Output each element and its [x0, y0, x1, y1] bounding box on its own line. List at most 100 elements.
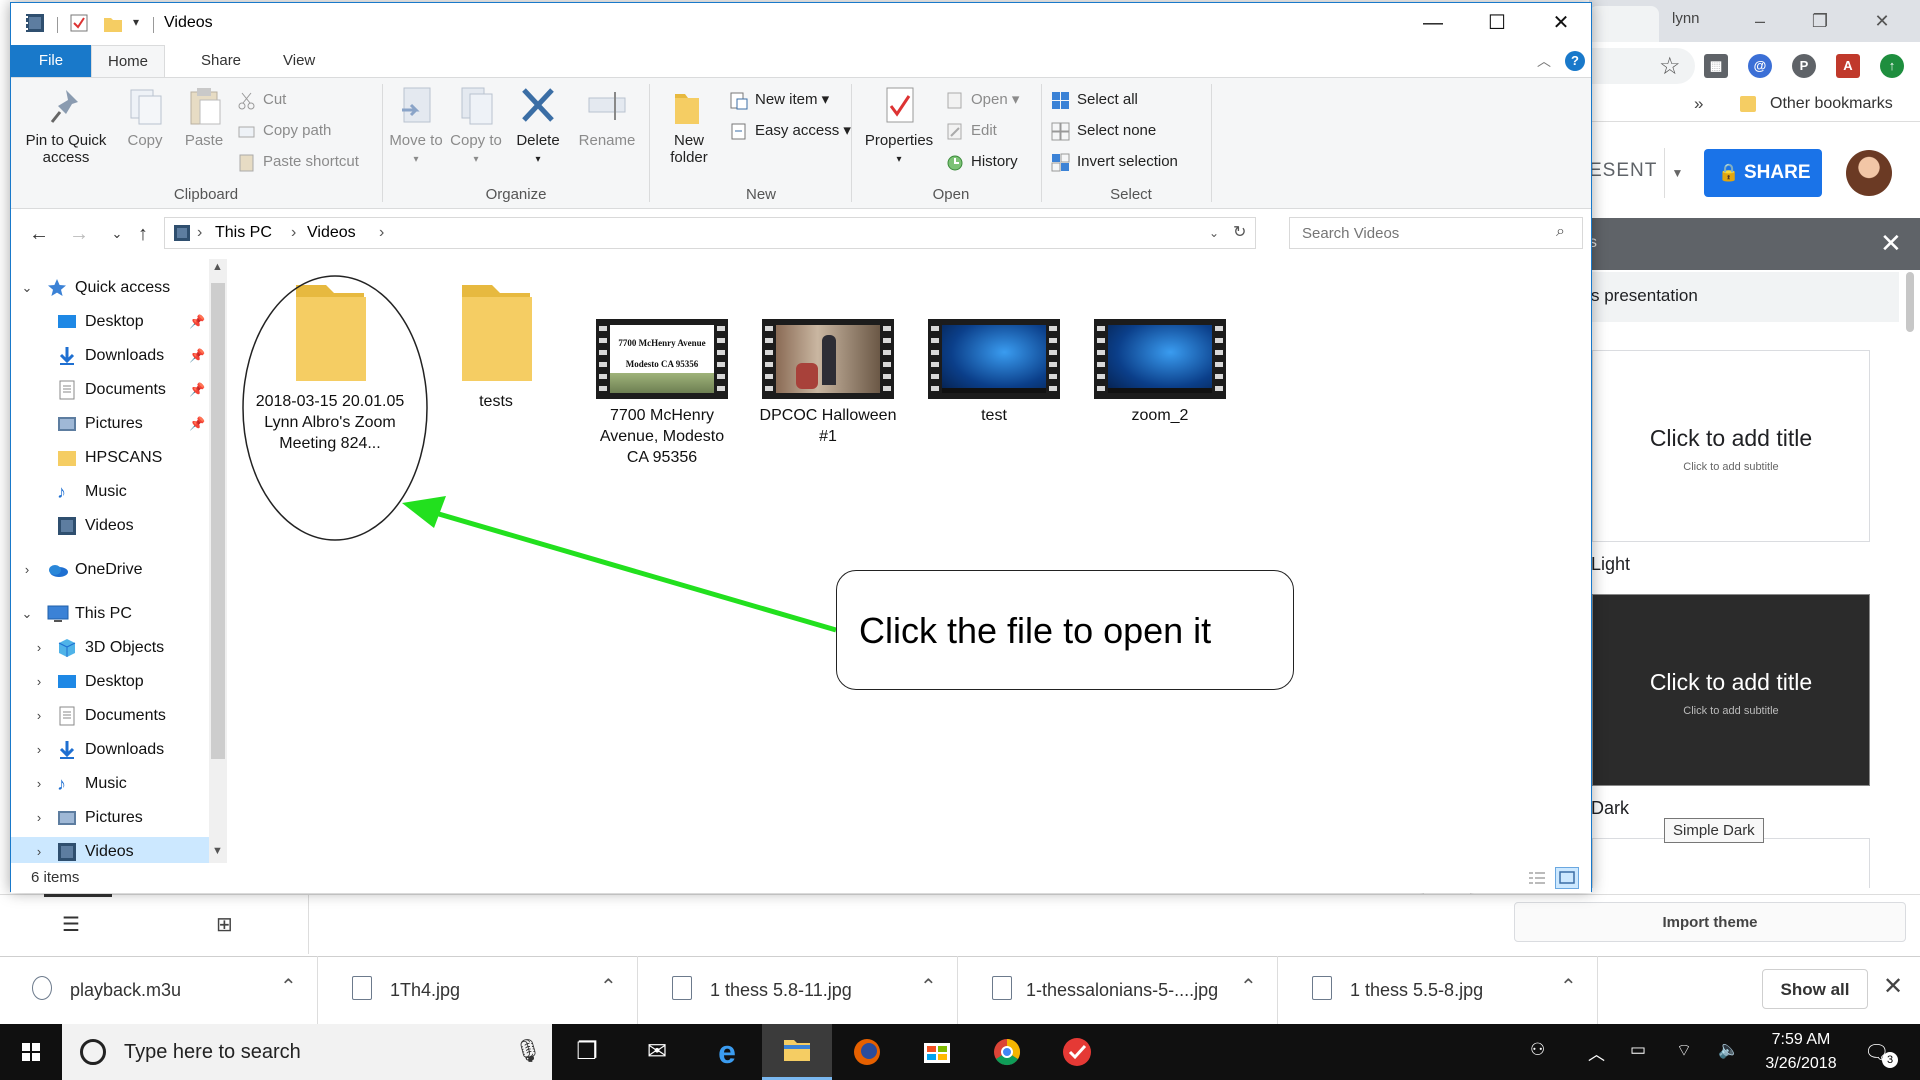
new-folder-qat-icon[interactable]	[103, 13, 123, 33]
battery-icon[interactable]: ▭	[1630, 1040, 1646, 1060]
back-button[interactable]: ←	[25, 211, 53, 257]
show-all-button[interactable]: Show all	[1762, 969, 1868, 1009]
pinterest-icon[interactable]: P	[1792, 54, 1816, 78]
chevron-up-icon[interactable]: ⌃	[280, 974, 297, 999]
cortana-icon[interactable]	[80, 1039, 106, 1065]
address-bar[interactable]: › This PC › Videos › ⌄ ↻	[164, 217, 1256, 249]
copy-to-button[interactable]: Copy to ▾	[449, 84, 503, 168]
extension-icon-2[interactable]: @	[1748, 54, 1772, 78]
easy-access-button[interactable]: Easy access ▾	[729, 119, 851, 143]
present-dropdown-icon[interactable]: ▼	[1664, 148, 1690, 198]
task-view-icon[interactable]: ❐	[552, 1024, 622, 1080]
copy-button[interactable]: Copy	[121, 84, 169, 149]
file-item-zoom-meeting-folder[interactable]: 2018-03-15 20.01.05 Lynn Albro's Zoom Me…	[255, 281, 405, 454]
people-icon[interactable]: ⚇	[1530, 1040, 1545, 1060]
grid-view-icon[interactable]: ⊞	[216, 912, 233, 937]
scroll-up-icon[interactable]: ▲	[212, 261, 223, 273]
search-box[interactable]: ⌕	[1289, 217, 1583, 249]
copy-path-button[interactable]: Copy path	[237, 119, 331, 143]
nav-pc-3d-objects[interactable]: › 3D Objects	[11, 633, 209, 663]
tab-file[interactable]: File	[11, 45, 91, 77]
pin-icon[interactable]: 📌	[189, 341, 205, 371]
chevron-right-icon[interactable]: ›	[31, 667, 47, 697]
chevron-right-icon[interactable]: ›	[31, 633, 47, 663]
pdf-extension-icon[interactable]: A	[1836, 54, 1860, 78]
paste-shortcut-button[interactable]: Paste shortcut	[237, 150, 359, 174]
avatar[interactable]	[1846, 150, 1892, 196]
pin-icon[interactable]: 📌	[189, 307, 205, 337]
edit-button[interactable]: Edit	[945, 119, 997, 143]
present-button[interactable]: ESENT	[1589, 160, 1657, 182]
file-explorer-taskbar-icon[interactable]	[762, 1024, 832, 1080]
file-item-tests-folder[interactable]: tests	[421, 281, 571, 412]
maximize-button[interactable]: ☐	[1465, 3, 1529, 43]
videos-app-icon[interactable]	[25, 13, 45, 33]
up-button[interactable]: ↑	[129, 211, 157, 257]
nav-pc-music[interactable]: › ♪ Music	[11, 769, 209, 799]
todoist-icon[interactable]	[1042, 1024, 1112, 1080]
nav-onedrive[interactable]: › OneDrive	[11, 555, 209, 585]
paste-button[interactable]: Paste	[179, 84, 229, 149]
chrome-close-button[interactable]: ✕	[1862, 6, 1902, 36]
cut-button[interactable]: Cut	[237, 88, 286, 112]
breadcrumb-separator[interactable]: ›	[197, 224, 202, 242]
mail-icon[interactable]: ✉	[622, 1024, 692, 1080]
tab-home[interactable]: Home	[91, 45, 166, 77]
chevron-right-icon[interactable]: ›	[19, 555, 35, 585]
nav-pc-videos[interactable]: › Videos	[11, 837, 209, 863]
history-button[interactable]: History	[945, 150, 1018, 174]
chevron-right-icon[interactable]: ›	[31, 837, 47, 863]
nav-qa-music[interactable]: ♪ Music	[11, 477, 209, 507]
scroll-down-icon[interactable]: ▼	[212, 845, 223, 857]
edge-icon[interactable]: e	[692, 1024, 762, 1080]
select-none-button[interactable]: Select none	[1051, 119, 1156, 143]
move-to-button[interactable]: Move to ▾	[389, 84, 443, 168]
theme-next-card[interactable]	[1592, 838, 1870, 888]
bookmarks-overflow-icon[interactable]: »	[1694, 94, 1703, 114]
themes-close-icon[interactable]: ✕	[1880, 228, 1902, 259]
rename-button[interactable]: Rename	[575, 84, 639, 149]
nav-pc-documents[interactable]: › Documents	[11, 701, 209, 731]
properties-button[interactable]: Properties ▾	[859, 84, 939, 168]
bookmark-star-icon[interactable]: ☆	[1659, 52, 1681, 81]
invert-selection-button[interactable]: Invert selection	[1051, 150, 1178, 174]
breadcrumb-separator[interactable]: ›	[379, 224, 384, 242]
select-all-button[interactable]: Select all	[1051, 88, 1138, 112]
breadcrumb-separator[interactable]: ›	[291, 224, 296, 242]
open-button[interactable]: Open ▾	[945, 88, 1019, 112]
volume-icon[interactable]: 🔈	[1718, 1040, 1739, 1060]
file-item-mchenry-video[interactable]: 7700 McHenry Avenue Modesto CA 95356 585…	[587, 319, 737, 468]
nav-qa-documents[interactable]: Documents 📌	[11, 375, 209, 405]
share-button[interactable]: 🔒 SHARE	[1704, 149, 1822, 197]
search-input[interactable]	[1290, 218, 1540, 248]
import-theme-button[interactable]: Import theme	[1514, 902, 1906, 942]
file-item-zoom2-video[interactable]: zoom_2	[1085, 319, 1235, 426]
nav-qa-hpscans[interactable]: HPSCANS	[11, 443, 209, 473]
address-dropdown-icon[interactable]: ⌄	[1209, 226, 1219, 240]
pin-icon[interactable]: 📌	[189, 409, 205, 439]
pin-icon[interactable]: 📌	[189, 375, 205, 405]
nav-quick-access[interactable]: ⌄ Quick access	[11, 273, 209, 303]
nav-qa-pictures[interactable]: Pictures 📌	[11, 409, 209, 439]
download-item[interactable]: 1-thessalonians-5-....jpg ⌃	[960, 956, 1278, 1024]
chevron-up-icon[interactable]: ⌃	[1240, 974, 1257, 999]
chevron-right-icon[interactable]: ›	[31, 769, 47, 799]
chevron-down-icon[interactable]: ⌄	[19, 273, 35, 303]
chevron-up-icon[interactable]: ⌃	[920, 974, 937, 999]
large-icons-view-icon[interactable]	[1555, 867, 1579, 889]
theme-dark-card[interactable]: Click to add title Click to add subtitle	[1592, 594, 1870, 786]
details-view-icon[interactable]	[1525, 867, 1549, 889]
theme-light-card[interactable]: Click to add title Click to add subtitle	[1592, 350, 1870, 542]
other-bookmarks[interactable]: Other bookmarks	[1770, 95, 1893, 113]
tab-share[interactable]: Share	[185, 45, 257, 77]
chevron-down-icon[interactable]: ⌄	[19, 599, 35, 629]
close-downloads-icon[interactable]: ✕	[1883, 972, 1903, 1001]
minimize-button[interactable]: —	[1401, 3, 1465, 43]
store-icon[interactable]	[902, 1024, 972, 1080]
nav-pc-pictures[interactable]: › Pictures	[11, 803, 209, 833]
chrome-restore-button[interactable]: ❐	[1800, 6, 1840, 36]
extension-icon[interactable]: ▦	[1704, 54, 1728, 78]
new-item-button[interactable]: New item ▾	[729, 88, 829, 112]
themes-scrollbar[interactable]	[1906, 272, 1914, 332]
chrome-tab[interactable]	[1589, 6, 1659, 42]
